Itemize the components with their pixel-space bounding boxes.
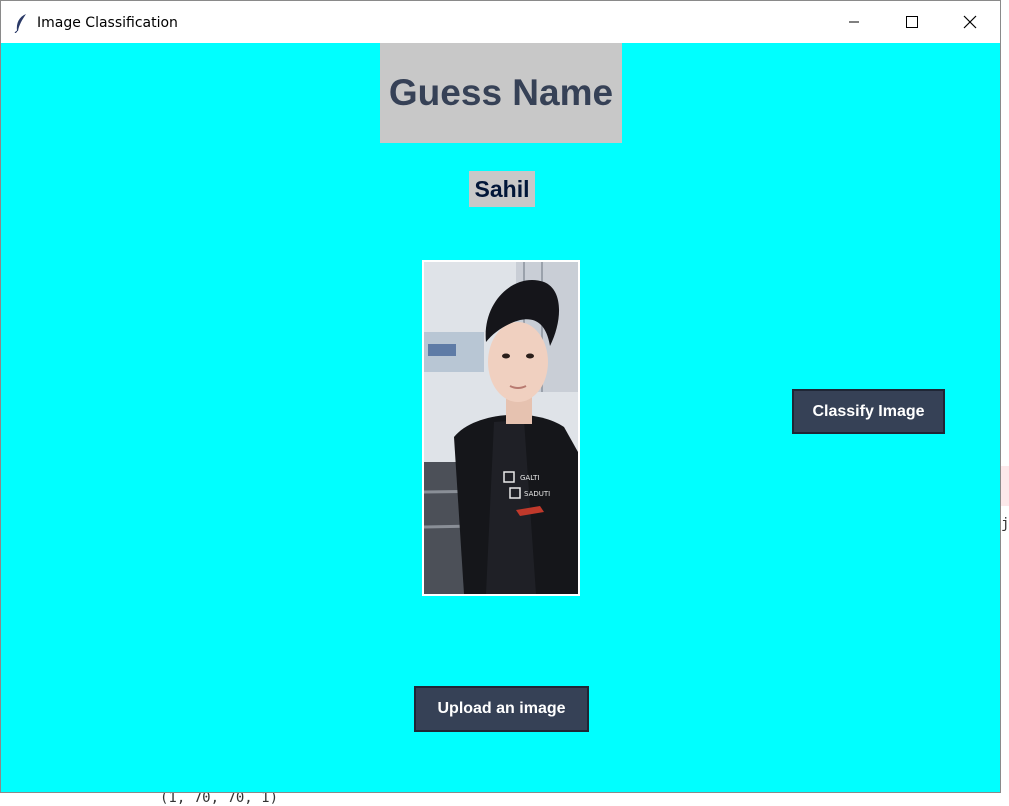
window-title: Image Classification bbox=[37, 15, 178, 31]
background-window-text: j bbox=[1001, 516, 1009, 532]
prediction-label: Sahil bbox=[469, 171, 535, 207]
svg-text:SADUTI: SADUTI bbox=[524, 490, 550, 498]
upload-image-button[interactable]: Upload an image bbox=[414, 686, 589, 732]
close-icon bbox=[963, 15, 977, 29]
close-button[interactable] bbox=[941, 1, 999, 43]
classify-image-button[interactable]: Classify Image bbox=[792, 389, 945, 434]
feather-icon bbox=[14, 14, 26, 33]
person-photo-illustration: GALTI SADUTI bbox=[424, 262, 578, 594]
maximize-button[interactable] bbox=[883, 1, 941, 43]
app-window: Image Classification Guess Name Sahil GA… bbox=[0, 0, 1001, 793]
minimize-button[interactable] bbox=[825, 1, 883, 43]
uploaded-image-frame: GALTI SADUTI bbox=[422, 260, 580, 596]
background-window-edge bbox=[1001, 466, 1009, 506]
maximize-icon bbox=[906, 16, 918, 28]
page-title: Guess Name bbox=[380, 43, 622, 143]
svg-text:GALTI: GALTI bbox=[520, 474, 540, 482]
minimize-icon bbox=[849, 21, 859, 23]
title-bar[interactable]: Image Classification bbox=[1, 1, 1000, 43]
main-content: Guess Name Sahil GALTI SADUTI Classify I… bbox=[1, 43, 1000, 793]
uploaded-image: GALTI SADUTI bbox=[424, 262, 578, 594]
